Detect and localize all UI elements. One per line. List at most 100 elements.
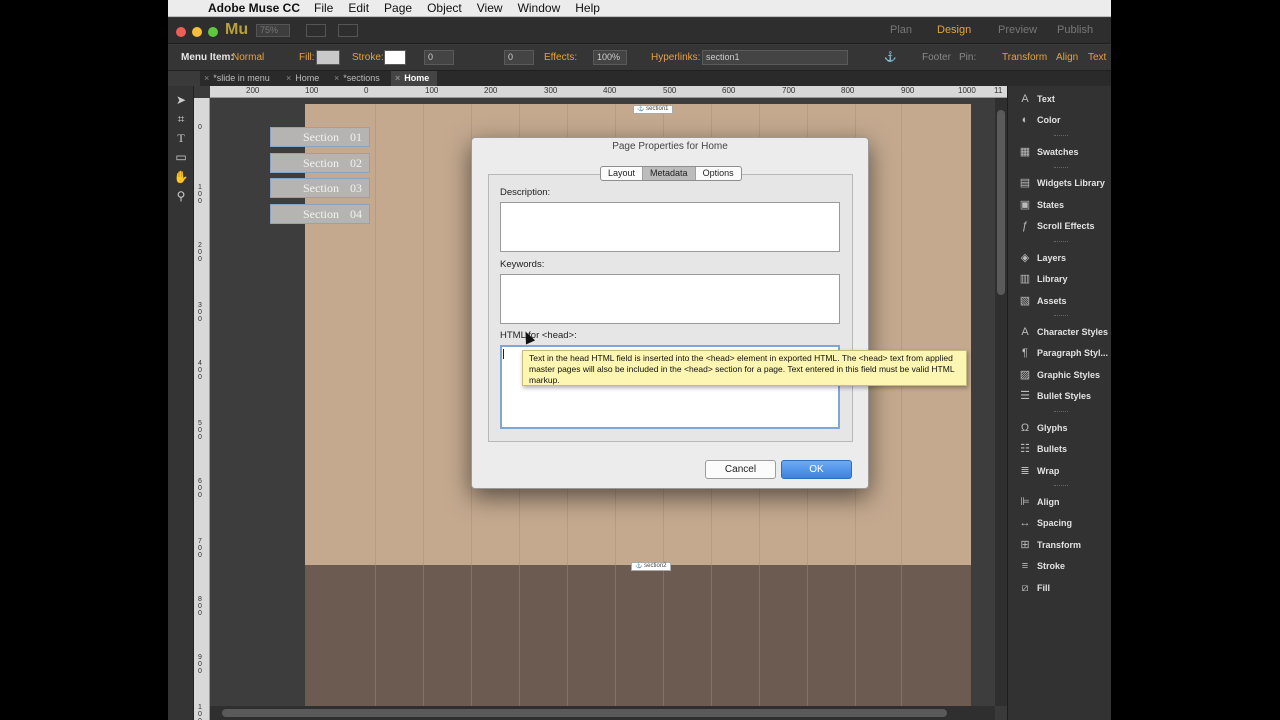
close-window-button[interactable] xyxy=(176,27,186,37)
menu-button-section-03[interactable]: Section 03 xyxy=(270,178,370,198)
zoom-field[interactable]: 75% xyxy=(256,24,290,37)
panel-character-styles[interactable]: A Character Styles xyxy=(1008,323,1111,341)
mode-plan[interactable]: Plan xyxy=(890,24,912,36)
fill-label[interactable]: Fill: xyxy=(299,52,315,63)
hyperlink-dropdown[interactable]: section1 xyxy=(702,50,848,65)
text-link[interactable]: Text xyxy=(1088,52,1106,63)
panel-glyphs[interactable]: Ω Glyphs xyxy=(1008,419,1111,437)
anchor-icon[interactable]: ⚓ xyxy=(884,52,896,63)
stroke-swatch[interactable] xyxy=(384,50,406,65)
mode-publish[interactable]: Publish xyxy=(1057,24,1093,36)
menu-page[interactable]: Page xyxy=(384,1,412,15)
hand-tool-icon[interactable]: ✋ xyxy=(173,169,189,185)
hyperlinks-label[interactable]: Hyperlinks: xyxy=(651,52,700,63)
panel-library[interactable]: ▥ Library xyxy=(1008,270,1111,288)
panel-group-grip[interactable] xyxy=(1054,315,1068,317)
description-field[interactable] xyxy=(500,202,840,252)
selection-tool-icon[interactable]: ➤ xyxy=(173,92,189,108)
close-tab-icon[interactable]: × xyxy=(334,73,339,83)
ok-button[interactable]: OK xyxy=(781,460,852,479)
panel-swatches[interactable]: ▦ Swatches xyxy=(1008,143,1111,161)
menu-edit[interactable]: Edit xyxy=(348,1,369,15)
section2-background[interactable]: ⚓ section2 xyxy=(305,562,971,706)
app-menu-name[interactable]: Adobe Muse CC xyxy=(208,1,300,15)
panel-fill[interactable]: ⧄ Fill xyxy=(1008,579,1111,597)
tab-home-active[interactable]: × Home xyxy=(391,71,438,86)
panel-text[interactable]: A Text xyxy=(1008,90,1111,108)
horizontal-scrollbar[interactable] xyxy=(210,706,995,720)
text-tool-icon[interactable]: T xyxy=(173,130,189,146)
panel-group-grip[interactable] xyxy=(1054,135,1068,137)
ruler-label: 400 xyxy=(603,86,617,95)
opacity-field[interactable]: 100% xyxy=(593,50,627,65)
mode-design[interactable]: Design xyxy=(937,24,971,36)
panel-group-grip[interactable] xyxy=(1054,241,1068,243)
panel-color[interactable]: ◐ Color xyxy=(1008,111,1111,129)
menu-object[interactable]: Object xyxy=(427,1,462,15)
menu-help[interactable]: Help xyxy=(575,1,600,15)
panel-scroll-effects[interactable]: ƒ Scroll Effects xyxy=(1008,217,1111,235)
menu-view[interactable]: View xyxy=(477,1,503,15)
panel-stroke[interactable]: ≡ Stroke xyxy=(1008,557,1111,575)
minimize-window-button[interactable] xyxy=(192,27,202,37)
tab-slide-in-menu[interactable]: × *slide in menu xyxy=(200,71,278,86)
stroke-width-field[interactable]: 0 xyxy=(424,50,454,65)
tab-metadata[interactable]: Metadata xyxy=(643,167,696,180)
zoom-tool-icon[interactable]: ⚲ xyxy=(173,188,189,204)
menu-button-section-02[interactable]: Section 02 xyxy=(270,153,370,173)
crop-tool-icon[interactable]: ⌗ xyxy=(173,111,189,127)
anchor-section2[interactable]: ⚓ section2 xyxy=(631,562,671,571)
panel-bullets[interactable]: ☷ Bullets xyxy=(1008,440,1111,458)
panel-align[interactable]: ⊫ Align xyxy=(1008,493,1111,511)
cancel-button[interactable]: Cancel xyxy=(705,460,776,479)
footer-checkbox-label[interactable]: Footer xyxy=(922,52,951,63)
panel-paragraph-styles[interactable]: ¶ Paragraph Styl... xyxy=(1008,344,1111,362)
menu-window[interactable]: Window xyxy=(518,1,561,15)
vertical-scroll-thumb[interactable] xyxy=(997,110,1005,295)
menu-button-section-01[interactable]: Section 01 xyxy=(270,127,370,147)
menu-file[interactable]: File xyxy=(314,1,333,15)
close-tab-icon[interactable]: × xyxy=(395,73,400,83)
menu-button-label: Section xyxy=(303,130,339,144)
transform-link[interactable]: Transform xyxy=(1002,52,1047,63)
tab-sections[interactable]: × *sections xyxy=(330,71,388,86)
rectangle-tool-icon[interactable]: ▭ xyxy=(173,149,189,165)
menu-button-label: Section xyxy=(303,181,339,195)
bullet-styles-icon: ☰ xyxy=(1020,390,1030,402)
effects-label[interactable]: Effects: xyxy=(544,52,577,63)
anchor-section1[interactable]: ⚓ section1 xyxy=(633,105,673,114)
fill-swatch[interactable] xyxy=(316,50,340,65)
panel-group-grip[interactable] xyxy=(1054,167,1068,169)
panel-spacing[interactable]: ↔ Spacing xyxy=(1008,514,1111,532)
panel-bullet-styles[interactable]: ☰ Bullet Styles xyxy=(1008,387,1111,405)
close-tab-icon[interactable]: × xyxy=(286,73,291,83)
keywords-field[interactable] xyxy=(500,274,840,324)
panel-transform[interactable]: ⊞ Transform xyxy=(1008,536,1111,554)
panel-widgets-library[interactable]: ▤ Widgets Library xyxy=(1008,174,1111,192)
panel-wrap[interactable]: ≣ Wrap xyxy=(1008,462,1111,480)
corner-radius-field[interactable]: 0 xyxy=(504,50,534,65)
ruler-label: 100 xyxy=(198,704,202,720)
zoom-window-button[interactable] xyxy=(208,27,218,37)
panel-states[interactable]: ▣ States xyxy=(1008,196,1111,214)
mode-preview[interactable]: Preview xyxy=(998,24,1037,36)
panel-layers[interactable]: ◈ Layers xyxy=(1008,249,1111,267)
vertical-scrollbar[interactable] xyxy=(995,98,1007,706)
horizontal-scroll-thumb[interactable] xyxy=(222,709,947,717)
screen-mode-icon[interactable] xyxy=(338,24,358,37)
menu-widget[interactable]: Section 01 Section 02 Section 03 Section 04 xyxy=(268,126,372,228)
menu-item-state-dropdown[interactable]: Normal xyxy=(232,52,264,63)
tab-home-1[interactable]: × Home xyxy=(282,71,327,86)
panel-group-grip[interactable] xyxy=(1054,411,1068,413)
panel-label: Fill xyxy=(1037,583,1050,593)
menu-button-section-04[interactable]: Section 04 xyxy=(270,204,370,224)
close-tab-icon[interactable]: × xyxy=(204,73,209,83)
align-link[interactable]: Align xyxy=(1056,52,1078,63)
tab-layout[interactable]: Layout xyxy=(601,167,644,180)
panel-assets[interactable]: ▧ Assets xyxy=(1008,292,1111,310)
tab-options[interactable]: Options xyxy=(696,167,741,180)
grid-layout-icon[interactable] xyxy=(306,24,326,37)
panel-group-grip[interactable] xyxy=(1054,485,1068,487)
stroke-label[interactable]: Stroke: xyxy=(352,52,384,63)
panel-graphic-styles[interactable]: ▨ Graphic Styles xyxy=(1008,366,1111,384)
